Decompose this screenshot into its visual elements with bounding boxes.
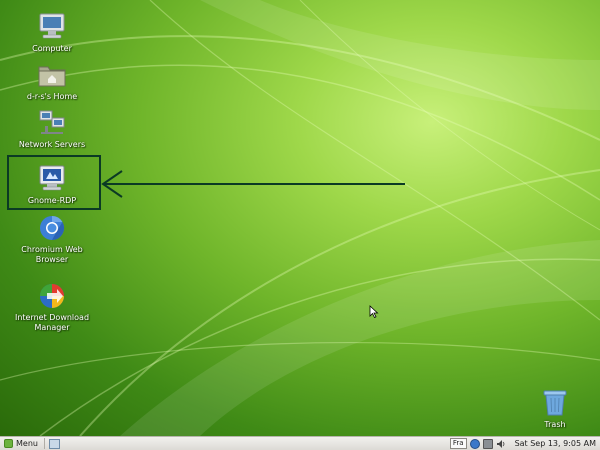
annotation-arrow <box>101 170 405 198</box>
desktop[interactable]: Computer d-r-s's Home Network Servers Gn… <box>0 0 600 436</box>
mouse-cursor <box>369 305 379 319</box>
menu-label: Menu <box>16 439 38 448</box>
trash-icon <box>538 388 572 418</box>
mint-logo-icon <box>4 439 13 448</box>
system-tray: Fra Sat Sep 13, 9:05 AM <box>449 438 600 449</box>
trash-label: Trash <box>544 420 566 429</box>
desktop-icon-trash[interactable]: Trash <box>509 388 600 430</box>
bottom-panel: Menu Fra Sat Sep 13, 9:05 AM <box>0 436 600 450</box>
panel-separator <box>43 438 45 449</box>
keyboard-layout-indicator[interactable]: Fra <box>449 438 467 449</box>
volume-icon[interactable] <box>496 439 506 449</box>
show-desktop-icon[interactable] <box>48 438 60 449</box>
network-icon[interactable] <box>482 438 493 449</box>
menu-button[interactable]: Menu <box>0 437 42 450</box>
update-manager-icon[interactable] <box>469 438 480 449</box>
clock[interactable]: Sat Sep 13, 9:05 AM <box>515 439 596 448</box>
